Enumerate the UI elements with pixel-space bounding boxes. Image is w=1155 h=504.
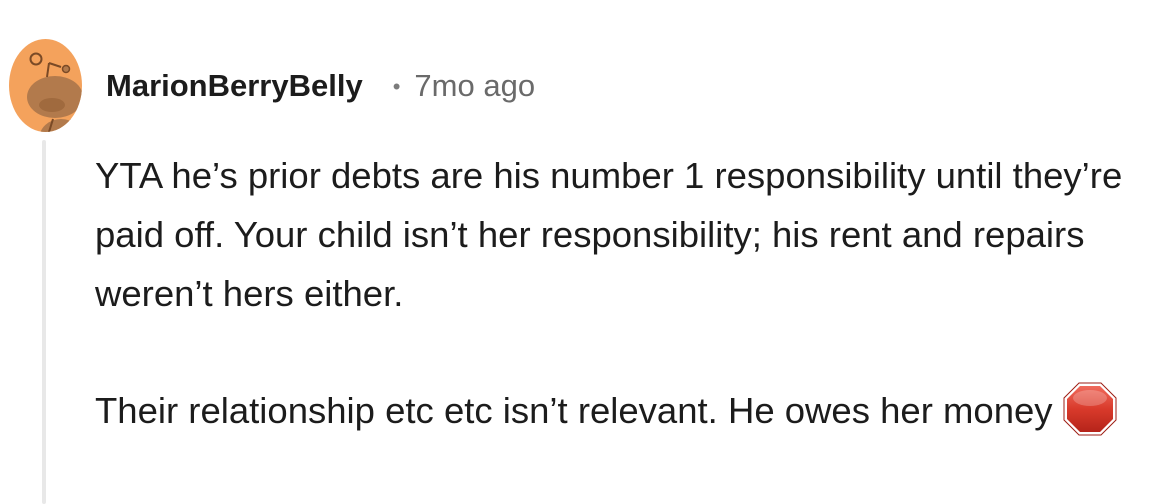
stop-sign-emoji [1063,382,1117,436]
thread-collapse-line[interactable] [42,140,46,504]
comment-timestamp: 7mo ago [414,68,536,103]
comment-paragraph-2-text: Their relationship etc etc isn’t relevan… [95,390,1053,431]
comment-meta: MarionBerryBelly • 7mo ago [106,64,535,108]
username-link[interactable]: MarionBerryBelly [106,68,363,104]
user-avatar[interactable] [9,39,82,132]
comment-paragraph-2: Their relationship etc etc isn’t relevan… [95,381,1145,440]
comment-paragraph-1: YTA he’s prior debts are his number 1 re… [95,155,1123,314]
meta-separator: • [392,74,401,99]
comment-body: YTA he’s prior debts are his number 1 re… [95,146,1145,440]
comment: MarionBerryBelly • 7mo ago YTA he’s prio… [0,0,1155,504]
